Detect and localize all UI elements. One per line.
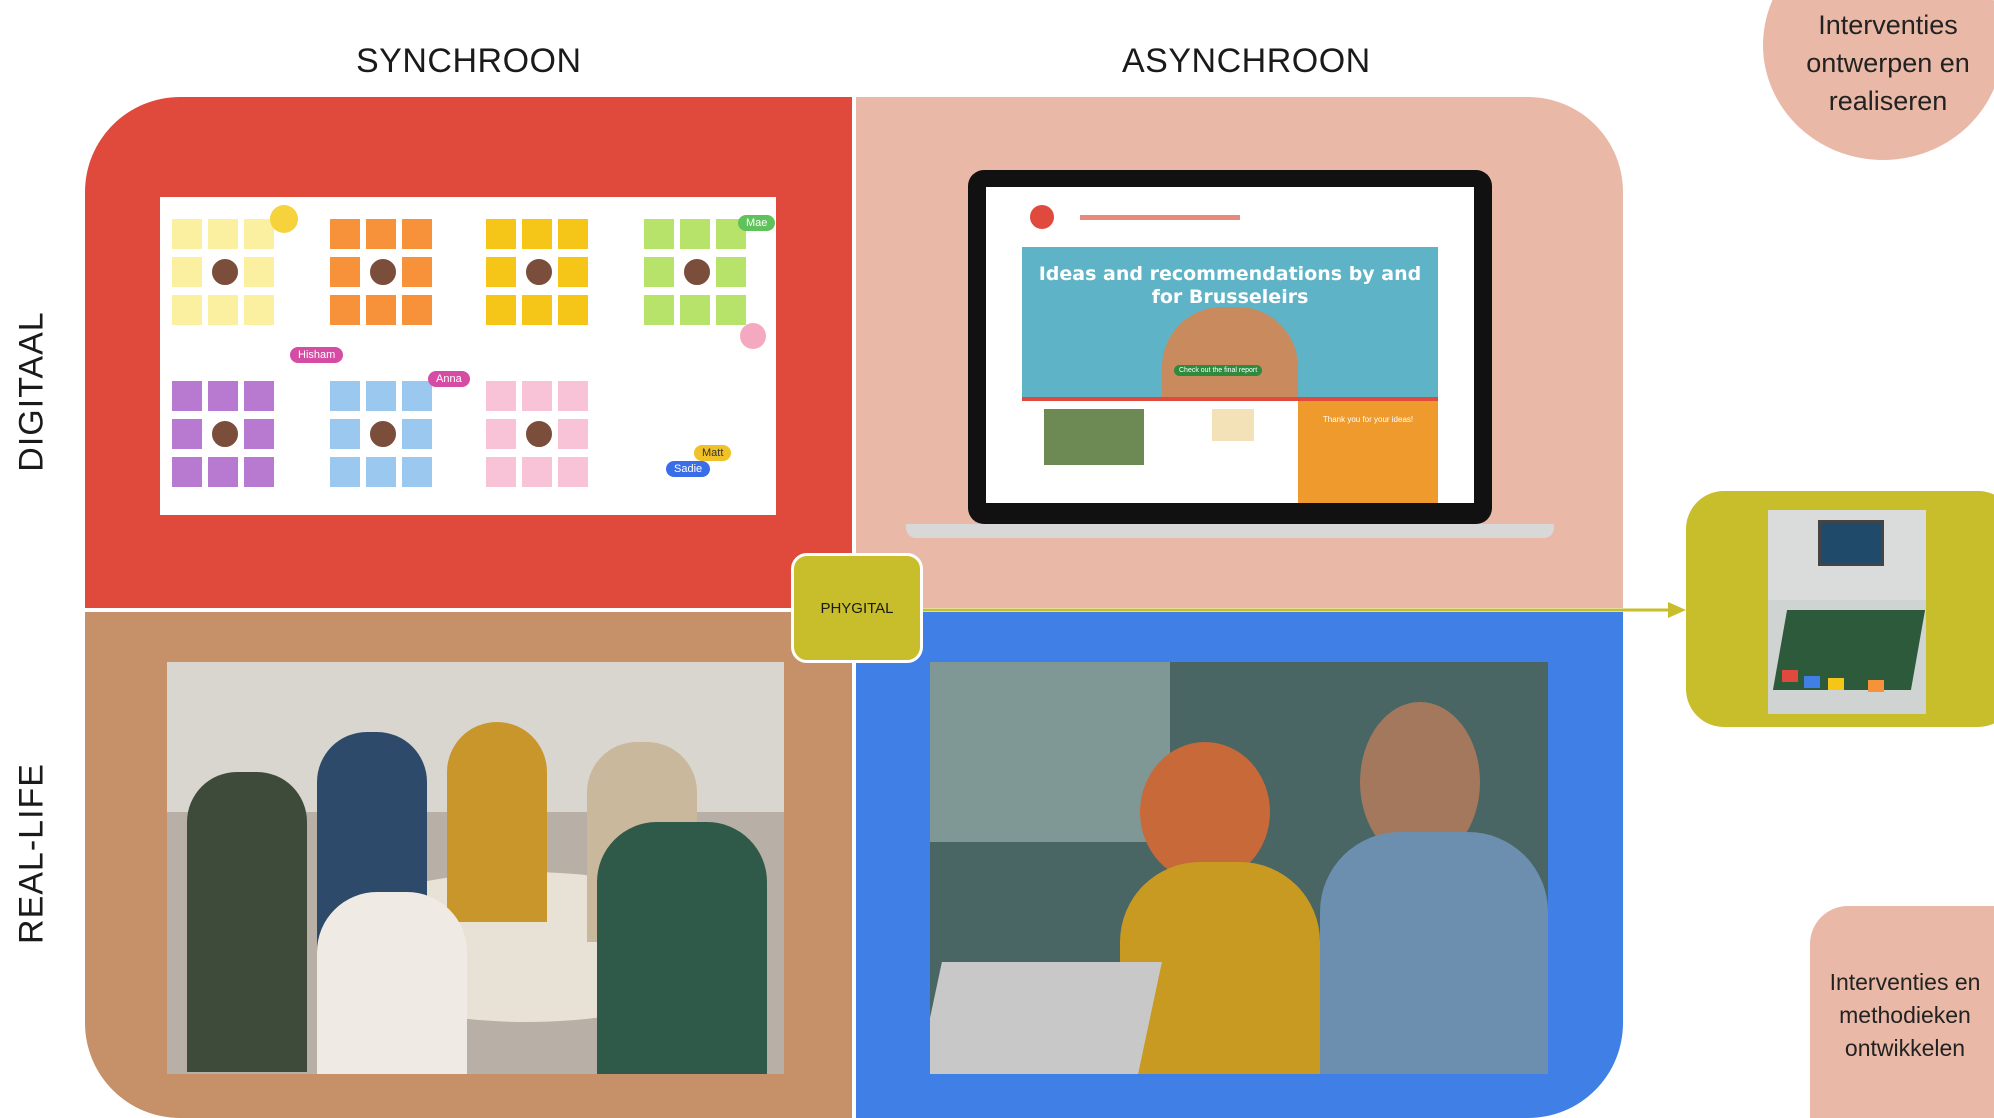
news-thumbnail: [1212, 409, 1254, 441]
child-face: [1162, 307, 1298, 397]
avatar: [524, 257, 554, 287]
cursor-label: Sadie: [666, 461, 711, 477]
phygital-arrow: [920, 602, 1686, 618]
smiley-sticker-icon: [270, 205, 298, 233]
avatar: [682, 257, 712, 287]
row-header-real-life: REAL-LIFE: [12, 763, 51, 944]
avatar: [210, 419, 240, 449]
team-meeting-photo: [167, 662, 784, 1074]
row-header-digital: DIGITAAL: [12, 311, 51, 472]
laptop-base: [906, 524, 1554, 538]
column-header-synchronous: SYNCHROON: [356, 42, 582, 80]
avatar: [524, 419, 554, 449]
news-thumbnail: [1044, 409, 1144, 465]
side-panel-text: Thank you for your ideas!: [1322, 415, 1414, 424]
avatar: [368, 257, 398, 287]
avatar: [210, 257, 240, 287]
site-hero: Ideas and recommendations by and for Bru…: [1022, 247, 1438, 397]
whiteboard-image: Hisham Anna Mae Matt Sadie: [160, 197, 776, 515]
one-on-one-meeting-photo: [930, 662, 1548, 1074]
site-logo-icon: [1030, 205, 1054, 229]
avatar: [368, 419, 398, 449]
hero-button[interactable]: Check out the final report: [1174, 365, 1263, 376]
side-panel: Thank you for your ideas!: [1298, 401, 1438, 503]
website-screenshot: Ideas and recommendations by and for Bru…: [986, 187, 1474, 503]
phygital-game-photo: [1768, 510, 1926, 714]
phygital-label: PHYGITAL: [791, 553, 923, 663]
cursor-label: Mae: [738, 215, 776, 231]
cursor-label: Anna: [428, 371, 470, 387]
cursor-label: Hisham: [290, 347, 344, 363]
sticker-icon: [740, 323, 766, 349]
site-nav: [1080, 215, 1240, 220]
column-header-asynchronous: ASYNCHROON: [1122, 42, 1371, 80]
bubble-develop-methods-text: Interventies en methodieken ontwikkelen: [1829, 969, 1981, 1061]
bubble-design-interventions-text: Interventies ontwerpen en realiseren: [1806, 10, 1970, 116]
cursor-label: Matt: [694, 445, 732, 461]
hero-title: Ideas and recommendations by and for Bru…: [1038, 263, 1422, 308]
